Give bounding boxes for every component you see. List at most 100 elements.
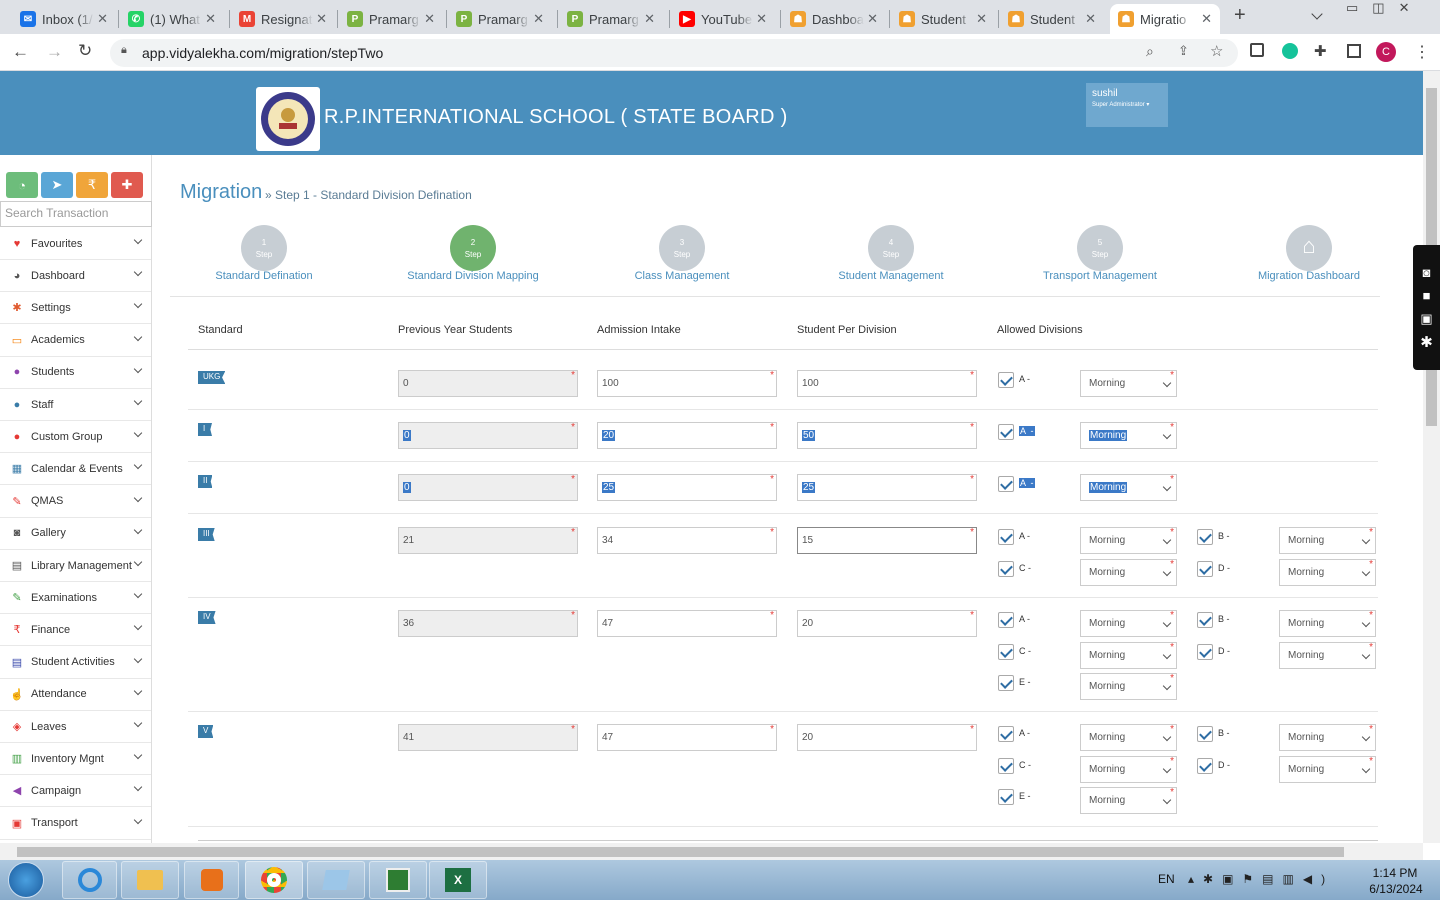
- division-a-checkbox[interactable]: [998, 476, 1014, 492]
- per-division-input[interactable]: 15 *: [797, 527, 977, 554]
- division-a-checkbox[interactable]: [998, 529, 1014, 545]
- grammarly-icon[interactable]: [1282, 43, 1298, 59]
- tab-close-icon[interactable]: ✕: [316, 11, 327, 27]
- language-indicator[interactable]: EN: [1158, 872, 1175, 886]
- shift-select[interactable]: Morning *: [1279, 610, 1376, 637]
- division-d-checkbox[interactable]: [1197, 757, 1213, 774]
- sidebar-item-leaves[interactable]: ◈ Leaves: [0, 711, 151, 743]
- search-transaction-input[interactable]: Search Transaction: [0, 201, 152, 227]
- browser-tab[interactable]: M Resignat ✕: [231, 4, 335, 34]
- previous-input[interactable]: 41 *: [398, 724, 578, 751]
- sidebar-item-examinations[interactable]: ✎ Examinations: [0, 582, 151, 615]
- tray-icons[interactable]: ▴✱▣⚑▤▥◀): [1188, 872, 1334, 886]
- shift-select[interactable]: Morning *: [1080, 370, 1177, 397]
- chrome-icon[interactable]: [245, 861, 303, 899]
- shift-select[interactable]: Morning *: [1080, 527, 1177, 554]
- step-4-label[interactable]: Student Management: [811, 270, 971, 282]
- previous-input[interactable]: 21 *: [398, 527, 578, 554]
- intake-input[interactable]: 20 *: [597, 422, 777, 449]
- sidebar-item-campaign[interactable]: ◀ Campaign: [0, 775, 151, 808]
- sidebar-item-library-management[interactable]: ▤ Library Management: [0, 550, 151, 582]
- previous-input[interactable]: 0 *: [398, 422, 578, 449]
- sidebar-item-calendar-events[interactable]: ▦ Calendar & Events: [0, 453, 151, 486]
- intake-input[interactable]: 47 *: [597, 724, 777, 751]
- browser-tab[interactable]: ☗ Student ✕: [891, 4, 995, 34]
- shift-select[interactable]: Morning *: [1080, 673, 1177, 700]
- division-c-checkbox[interactable]: [998, 757, 1014, 774]
- sidebar-item-students[interactable]: ● Students: [0, 357, 151, 389]
- gear-icon[interactable]: ✱: [1413, 333, 1440, 351]
- division-c-checkbox[interactable]: [998, 643, 1014, 660]
- bookmark-star-icon[interactable]: ☆: [1210, 42, 1223, 60]
- sidebar-item-favourites[interactable]: ♥ Favourites: [0, 228, 151, 260]
- shift-select[interactable]: Morning *: [1080, 755, 1177, 783]
- project-app-icon[interactable]: [369, 861, 427, 899]
- shift-select[interactable]: Morning *: [1080, 422, 1177, 449]
- tab-close-icon[interactable]: ✕: [205, 11, 216, 27]
- shift-select[interactable]: Morning *: [1080, 474, 1177, 501]
- shift-select[interactable]: Morning *: [1279, 641, 1376, 669]
- extension-icon[interactable]: [1250, 43, 1264, 57]
- intake-input[interactable]: 25 *: [597, 474, 777, 501]
- browser-tab[interactable]: ✉ Inbox (1/✕: [12, 4, 116, 34]
- browser-tab[interactable]: P Pramarg ✕: [559, 4, 663, 34]
- reload-button[interactable]: ↻: [78, 41, 92, 61]
- step-2-circle[interactable]: 2 Step: [450, 225, 496, 271]
- sidebar-item-finance[interactable]: ₹ Finance: [0, 614, 151, 647]
- shift-select[interactable]: Morning *: [1279, 527, 1376, 554]
- sidebar-item-settings[interactable]: ✱ Settings: [0, 292, 151, 325]
- horizontal-scroll-thumb[interactable]: [17, 847, 1344, 857]
- step-6-label[interactable]: Migration Dashboard: [1229, 270, 1389, 282]
- step-3-label[interactable]: Class Management: [602, 270, 762, 282]
- sidebar-item-transport[interactable]: ▣ Transport: [0, 808, 151, 840]
- clock-date[interactable]: 6/13/2024: [1366, 882, 1426, 896]
- shift-select[interactable]: Morning *: [1080, 641, 1177, 669]
- previous-input[interactable]: 36 *: [398, 610, 578, 637]
- step-4-circle[interactable]: 4 Step: [868, 225, 914, 271]
- sidebar-item-dashboard[interactable]: ◕ Dashboard: [0, 260, 151, 293]
- camera-icon[interactable]: ◙: [1413, 265, 1440, 280]
- browser-tab[interactable]: ✆ (1) What ✕: [120, 4, 224, 34]
- sidebar-item-qmas[interactable]: ✎ QMAS: [0, 486, 151, 518]
- browser-menu-icon[interactable]: ⋮: [1414, 42, 1430, 62]
- window-controls[interactable]: ▭◫✕: [1346, 0, 1423, 16]
- per-division-input[interactable]: 50 *: [797, 422, 977, 449]
- notepad-app-icon[interactable]: [307, 861, 365, 899]
- step-2-label[interactable]: Standard Division Mapping: [393, 270, 553, 282]
- browser-tab[interactable]: ☗ Migratio ✕: [1110, 4, 1220, 34]
- video-icon[interactable]: ■: [1413, 288, 1440, 303]
- share-icon[interactable]: ⇪: [1178, 43, 1189, 59]
- division-d-checkbox[interactable]: [1197, 643, 1213, 660]
- excel-icon[interactable]: X: [429, 861, 487, 899]
- sidebar-item-academics[interactable]: ▭ Academics: [0, 325, 151, 357]
- sidebar-item-gallery[interactable]: ◙ Gallery: [0, 518, 151, 550]
- division-e-checkbox[interactable]: [998, 789, 1014, 805]
- side-panel-icon[interactable]: [1347, 44, 1361, 58]
- profile-avatar[interactable]: C: [1376, 42, 1396, 62]
- division-b-checkbox[interactable]: [1197, 612, 1213, 628]
- per-division-input[interactable]: 20 *: [797, 724, 977, 751]
- per-division-input[interactable]: 25 *: [797, 474, 977, 501]
- browser-tab[interactable]: ☗ Dashboa ✕: [782, 4, 886, 34]
- screen-capture-toolbar[interactable]: ◙ ■ ▣ ✱: [1413, 245, 1440, 370]
- shift-select[interactable]: Morning *: [1279, 558, 1376, 586]
- division-b-checkbox[interactable]: [1197, 529, 1213, 545]
- division-a-checkbox[interactable]: [998, 726, 1014, 742]
- previous-input[interactable]: 0 *: [398, 370, 578, 397]
- forward-button[interactable]: →: [46, 42, 63, 62]
- shift-select[interactable]: Morning *: [1080, 787, 1177, 814]
- sidebar-item-staff[interactable]: ● Staff: [0, 389, 151, 421]
- intake-input[interactable]: 47 *: [597, 610, 777, 637]
- browser-tab[interactable]: P Pramarg ✕: [339, 4, 443, 34]
- add-user-quick-button[interactable]: ✚: [111, 172, 143, 198]
- previous-input[interactable]: 0 *: [398, 474, 578, 501]
- tab-close-icon[interactable]: ✕: [97, 11, 108, 27]
- per-division-input[interactable]: 20 *: [797, 610, 977, 637]
- send-quick-button[interactable]: ➤: [41, 172, 73, 198]
- clock-time[interactable]: 1:14 PM: [1370, 866, 1420, 880]
- tab-close-icon[interactable]: ✕: [1085, 11, 1096, 27]
- shift-select[interactable]: Morning *: [1080, 610, 1177, 637]
- per-division-input[interactable]: 100 *: [797, 370, 977, 397]
- shift-select[interactable]: Morning *: [1080, 724, 1177, 751]
- division-d-checkbox[interactable]: [1197, 560, 1213, 577]
